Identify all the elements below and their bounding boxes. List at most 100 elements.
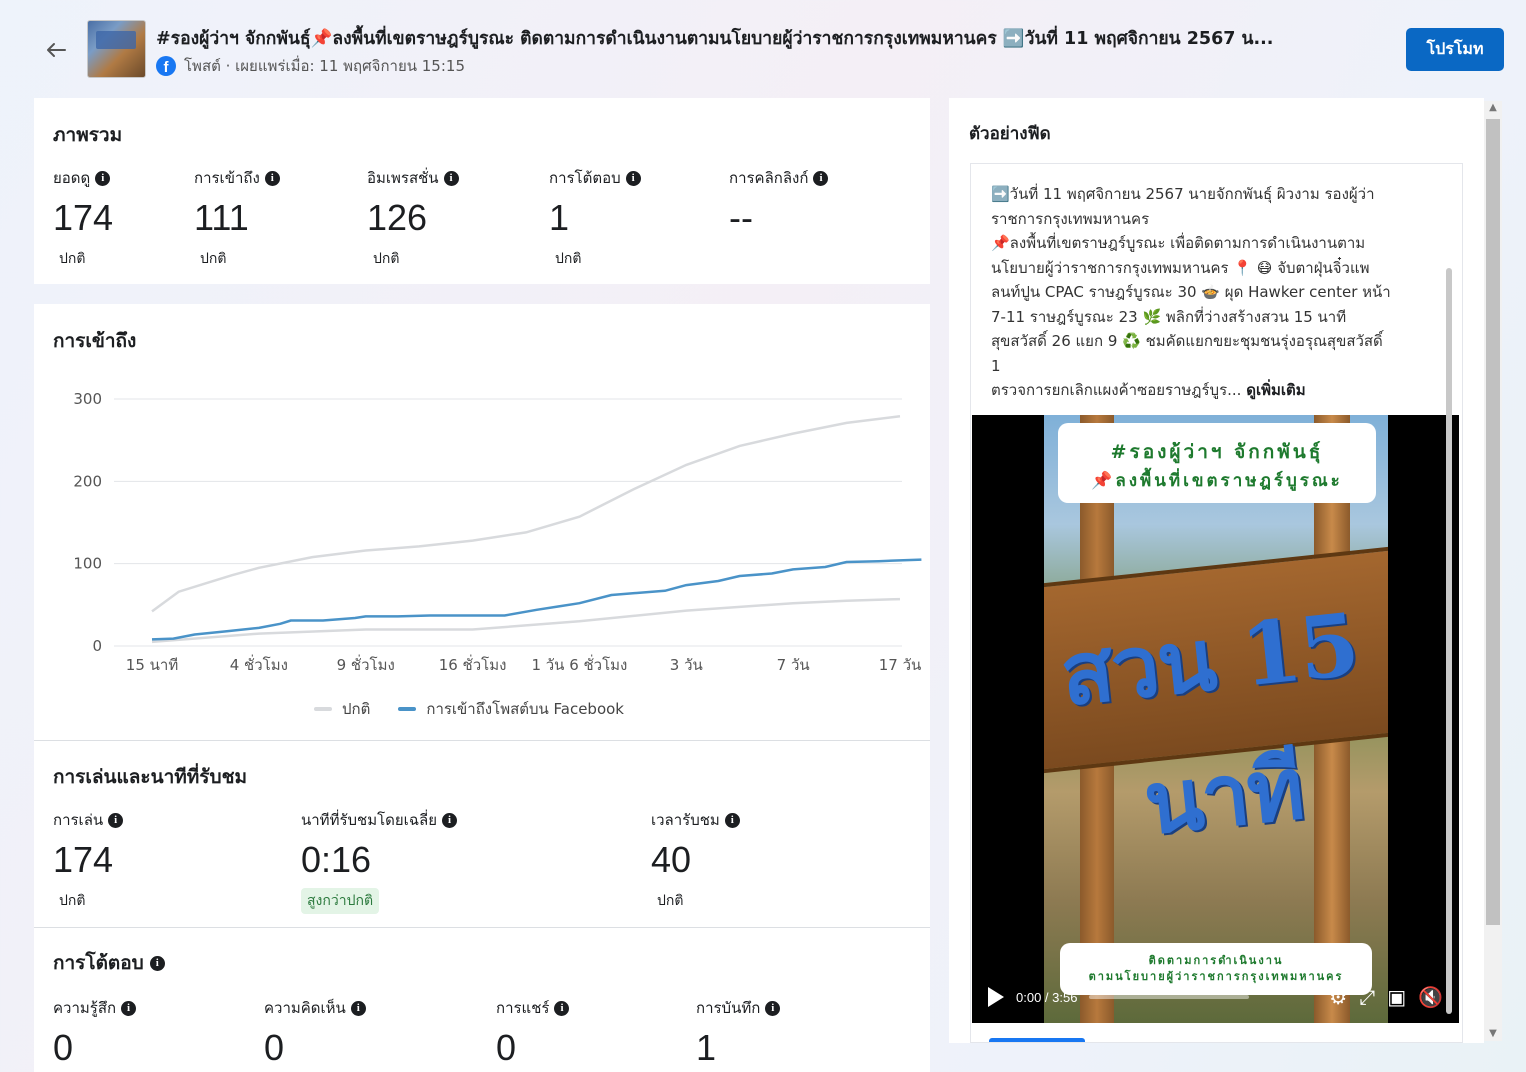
play-icon[interactable]: [988, 987, 1004, 1007]
scrollbar-thumb[interactable]: [1486, 119, 1500, 925]
info-icon[interactable]: i: [813, 170, 829, 186]
x-tick-label: 4 ชั่วโมง: [230, 654, 288, 674]
info-icon[interactable]: i: [264, 170, 280, 186]
caption-line: 📌ลงพื้นที่เขตราษฎร์บูรณะ เพื่อติดตามการด…: [991, 234, 1366, 252]
caption-line: 1: [991, 356, 1001, 375]
divider: [34, 927, 930, 928]
stat-link-clicks: การคลิกลิงก์ i --: [729, 166, 829, 240]
info-icon[interactable]: i: [443, 170, 459, 186]
page-scrollbar[interactable]: ▲ ▼: [1484, 101, 1502, 1041]
stat-saves: การบันทึก i 1: [696, 996, 781, 1070]
info-icon[interactable]: i: [724, 812, 740, 828]
post-meta: f โพสต์ · เผยแพร่เมื่อ: 11 พฤศจิกายน 15:…: [156, 54, 465, 78]
info-icon[interactable]: i: [350, 1000, 366, 1016]
divider: [34, 740, 930, 741]
playback-title: การเล่นและนาทีที่รับชม: [53, 766, 247, 788]
legend-swatch: [314, 707, 332, 711]
status-badge: ปกติ: [657, 893, 684, 909]
info-icon[interactable]: i: [442, 812, 458, 828]
series-line-reach: [151, 558, 922, 641]
status-badge: ปกติ: [555, 251, 582, 267]
video-progress-bar[interactable]: [1089, 995, 1250, 999]
info-icon[interactable]: i: [95, 170, 111, 186]
stat-value: 0: [496, 1027, 517, 1068]
stat-value: 40: [651, 839, 692, 880]
status-badge: ปกติ: [59, 251, 86, 267]
post-meta-text: โพสต์ · เผยแพร่เมื่อ: 11 พฤศจิกายน 15:15: [184, 57, 465, 75]
legend-swatch: [398, 707, 417, 711]
video-frame: สวน 15 นาที #รองผู้ว่าฯ จักกพันธุ์ 📌ลงพื…: [1044, 415, 1388, 1023]
video-player[interactable]: สวน 15 นาที #รองผู้ว่าฯ จักกพันธุ์ 📌ลงพื…: [972, 415, 1459, 1023]
facebook-icon: f: [156, 56, 176, 76]
info-icon[interactable]: i: [149, 955, 165, 971]
post-title: #รองผู้ว่าฯ จักกพันธุ์📌ลงพื้นที่เขตราษฎร…: [156, 29, 1274, 49]
back-button[interactable]: [40, 34, 72, 66]
legend-label: การเข้าถึงโพสต์บน Facebook: [426, 700, 624, 718]
stat-value: 174: [53, 197, 114, 238]
promote-button[interactable]: โปรโมท: [1406, 28, 1504, 71]
stat-impressions: อิมเพรสชั่น i 126 ปกติ: [367, 166, 459, 272]
x-tick-label: 15 นาที: [126, 656, 178, 674]
stat-watch-time: เวลารับชม i 40 ปกติ: [651, 808, 740, 914]
caption-line: ลนท์ปูน CPAC ราษฎร์บูรณะ 30 🍲 ผุด Hawker…: [991, 283, 1391, 301]
caption-line: ตรวจการยกเลิกแผงค้าซอยราษฎร์บูร...: [991, 381, 1242, 399]
x-tick-label: 3 วัน: [670, 656, 703, 674]
details-card: การเข้าถึง 0 100 200 300 15 นาที 4 ชั่วโมง 9 …: [34, 304, 930, 1072]
stat-label: ความรู้สึก: [53, 999, 117, 1017]
post-caption: ➡️วันที่ 11 พฤศจิกายน 2567 นายจักกพันธุ์…: [991, 182, 1441, 403]
stat-label: การแชร์: [496, 999, 550, 1017]
legend-item-normal: ปกติ: [314, 697, 370, 721]
stat-shares: การแชร์ i 0: [496, 996, 570, 1070]
caption-line: ราชการกรุงเทพมหานคร: [991, 209, 1150, 228]
chart-legend: ปกติ การเข้าถึงโพสต์บน Facebook: [314, 697, 624, 721]
stat-label: อิมเพรสชั่น: [367, 169, 439, 187]
caption-line: นโยบายผู้ว่าราชการกรุงเทพมหานคร 📍 😷 จับต…: [991, 258, 1370, 277]
reach-chart: 0 100 200 300 15 นาที 4 ชั่วโมง 9 ชั่วโมง 16 ช…: [73, 390, 922, 674]
stat-value: 1: [549, 197, 570, 238]
see-more-link[interactable]: ดูเพิ่มเติม: [1246, 381, 1305, 399]
video-time: 0:00 / 3:56: [1016, 989, 1078, 1005]
preview-scrollbar[interactable]: [1446, 268, 1452, 1014]
info-icon[interactable]: i: [121, 1000, 137, 1016]
status-badge: สูงกว่าปกติ: [301, 888, 380, 914]
back-arrow-icon: [47, 43, 66, 57]
fullscreen-icon[interactable]: ⤢: [1359, 987, 1375, 1007]
video-overlay-title: #รองผู้ว่าฯ จักกพันธุ์ 📌ลงพื้นที่เขตราษฎ…: [1058, 423, 1376, 503]
stat-label: ยอดดู: [53, 169, 91, 187]
y-tick-label: 300: [73, 390, 102, 408]
info-icon[interactable]: i: [554, 1000, 570, 1016]
scroll-up-icon[interactable]: ▲: [1484, 101, 1502, 115]
mute-icon[interactable]: 🔇: [1418, 987, 1443, 1007]
stat-label: การโต้ตอบ: [549, 169, 621, 187]
interactions-title: การโต้ตอบ i: [53, 948, 165, 978]
stat-interactions: การโต้ตอบ i 1 ปกติ: [549, 166, 641, 272]
stat-value: 1: [696, 1027, 717, 1068]
y-tick-label: 200: [73, 472, 102, 490]
stat-value: 0: [264, 1027, 285, 1068]
feed-preview-post: ➡️วันที่ 11 พฤศจิกายน 2567 นายจักกพันธุ์…: [970, 163, 1463, 1043]
overview-card: ภาพรวม ยอดดู i 174 ปกติ การเข้าถึง i 111 ป…: [34, 98, 930, 284]
stat-label: การเล่น: [53, 811, 104, 829]
stat-value: 0: [53, 1027, 74, 1068]
y-tick-label: 0: [92, 637, 102, 655]
x-tick-label: 9 ชั่วโมง: [337, 654, 395, 674]
stat-value: --: [729, 197, 753, 238]
info-icon[interactable]: i: [625, 170, 641, 186]
stat-label: ความคิดเห็น: [264, 999, 346, 1017]
caption-line: สุขสวัสดิ์ 26 แยก 9 ♻️ ชมคัดแยกขยะชุมชนร…: [991, 332, 1383, 350]
preview-title: ตัวอย่างฟีด: [969, 124, 1051, 144]
stat-plays: การเล่น i 174 ปกติ: [53, 808, 124, 914]
caption-line: 7-11 ราษฎร์บูรณะ 23 🌿 พลิกที่ว่างสร้างสว…: [991, 307, 1347, 326]
pip-icon[interactable]: ▣: [1387, 987, 1406, 1007]
status-badge: ปกติ: [373, 251, 400, 267]
settings-gear-icon[interactable]: ⚙: [1329, 987, 1347, 1007]
scroll-down-icon[interactable]: ▼: [1484, 1027, 1502, 1041]
preview-bottom-bar: [989, 1038, 1085, 1042]
stat-label: การเข้าถึง: [194, 169, 260, 187]
stat-avg-watch: นาทีที่รับชมโดยเฉลี่ย i 0:16 สูงกว่าปกติ: [301, 808, 458, 914]
info-icon[interactable]: i: [108, 812, 124, 828]
info-icon[interactable]: i: [765, 1000, 781, 1016]
stat-value: 174: [53, 839, 114, 880]
normal-band-upper: [151, 415, 901, 613]
stat-label: เวลารับชม: [651, 811, 720, 829]
